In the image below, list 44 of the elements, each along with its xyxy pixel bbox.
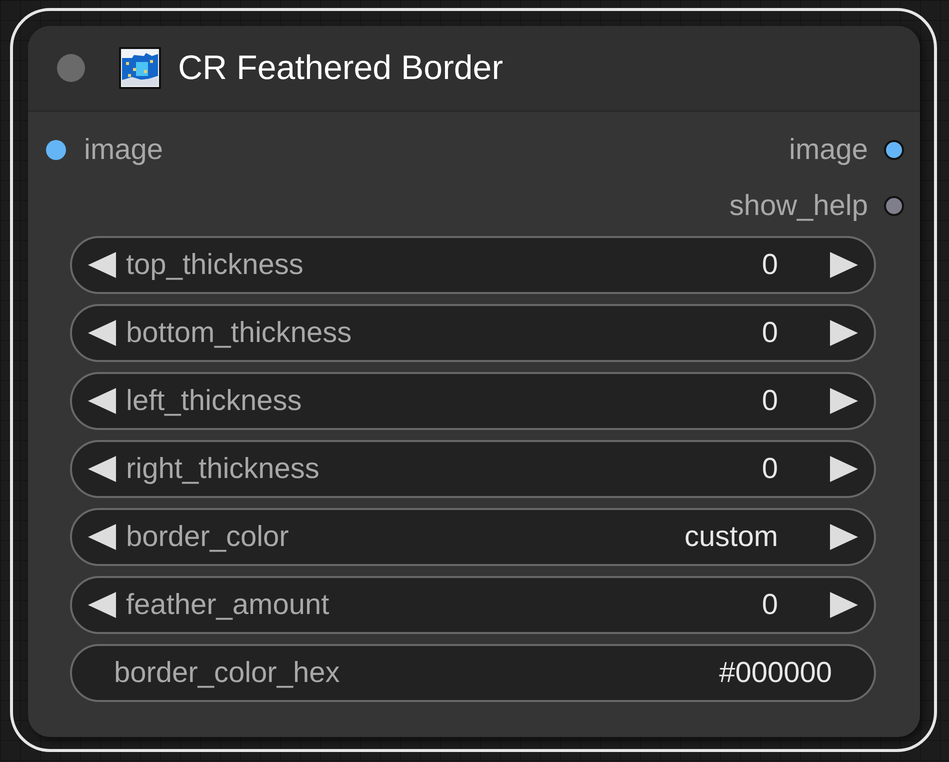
- input-slot-dot[interactable]: [46, 140, 66, 160]
- left-arrow-icon[interactable]: [88, 524, 116, 550]
- input-label: image: [84, 134, 163, 166]
- field-label: bottom_thickness: [126, 316, 353, 350]
- field-value: 0: [762, 452, 778, 486]
- node-title: CR Feathered Border: [178, 48, 504, 88]
- field-label: border_color: [126, 520, 290, 554]
- picture-icon: [118, 46, 162, 90]
- field-value: 0: [762, 248, 778, 282]
- left-arrow-icon[interactable]: [88, 592, 116, 618]
- right-arrow-icon[interactable]: [830, 388, 858, 414]
- left-arrow-icon[interactable]: [88, 252, 116, 278]
- field-label: left_thickness: [126, 384, 303, 418]
- node-title-bar[interactable]: CR Feathered Border: [28, 26, 920, 112]
- left-arrow-icon[interactable]: [88, 456, 116, 482]
- collapse-dot[interactable]: [57, 54, 85, 82]
- node-panel[interactable]: CR Feathered Border image image show_help top_thickness 0 bottom_thickness 0 left_thickness 0 right_thickness 0 border_color custom feather_amount 0 border_color_hex #000000: [28, 26, 920, 737]
- right-arrow-icon[interactable]: [830, 320, 858, 346]
- output-label: image: [789, 134, 868, 166]
- field-label: right_thickness: [126, 452, 320, 486]
- right-arrow-icon[interactable]: [830, 592, 858, 618]
- field-value: #000000: [719, 656, 832, 690]
- left-arrow-icon[interactable]: [88, 320, 116, 346]
- number-field[interactable]: left_thickness 0: [70, 372, 876, 430]
- left-arrow-icon[interactable]: [88, 388, 116, 414]
- number-field[interactable]: feather_amount 0: [70, 576, 876, 634]
- text-field[interactable]: border_color_hex #000000: [70, 644, 876, 702]
- number-field[interactable]: top_thickness 0: [70, 236, 876, 294]
- output-slot-dot[interactable]: [884, 196, 904, 216]
- right-arrow-icon[interactable]: [830, 252, 858, 278]
- number-field[interactable]: right_thickness 0: [70, 440, 876, 498]
- output-slot-dot[interactable]: [884, 140, 904, 160]
- right-arrow-icon[interactable]: [830, 456, 858, 482]
- field-label: feather_amount: [126, 588, 330, 622]
- field-label: border_color_hex: [114, 656, 341, 690]
- field-value: 0: [762, 384, 778, 418]
- dropdown-field[interactable]: border_color custom: [70, 508, 876, 566]
- field-value: custom: [684, 520, 778, 554]
- output-label: show_help: [729, 190, 868, 222]
- field-label: top_thickness: [126, 248, 304, 282]
- right-arrow-icon[interactable]: [830, 524, 858, 550]
- field-value: 0: [762, 316, 778, 350]
- field-value: 0: [762, 588, 778, 622]
- number-field[interactable]: bottom_thickness 0: [70, 304, 876, 362]
